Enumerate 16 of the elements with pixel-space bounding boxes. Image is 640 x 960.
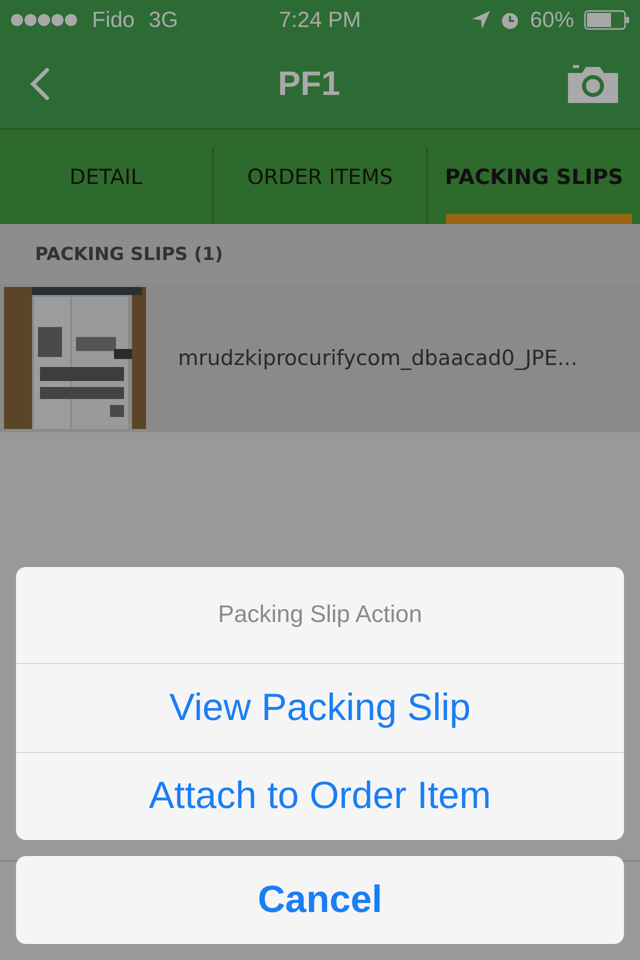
status-time: 7:24 PM	[279, 7, 361, 32]
alarm-icon	[500, 10, 520, 30]
network-type: 3G	[148, 7, 178, 33]
file-name: mrudzkiprocurifycom_dbaacad0_JPE...	[178, 346, 578, 370]
tab[interactable]: DETAIL	[0, 148, 212, 224]
battery-percent: 60%	[530, 7, 574, 33]
signal-icon	[10, 13, 78, 27]
location-icon	[472, 11, 490, 29]
action-button[interactable]: Attach to Order Item	[16, 752, 624, 840]
carrier: Fido	[92, 7, 135, 33]
camera-icon[interactable]	[568, 65, 618, 103]
battery-icon	[584, 10, 630, 30]
section-title: PACKING SLIPS (1)	[35, 244, 223, 264]
back-icon[interactable]	[30, 68, 50, 100]
page-title: PF1	[278, 64, 340, 104]
packing-slip-row[interactable]: mrudzkiprocurifycom_dbaacad0_JPE...	[0, 284, 640, 432]
